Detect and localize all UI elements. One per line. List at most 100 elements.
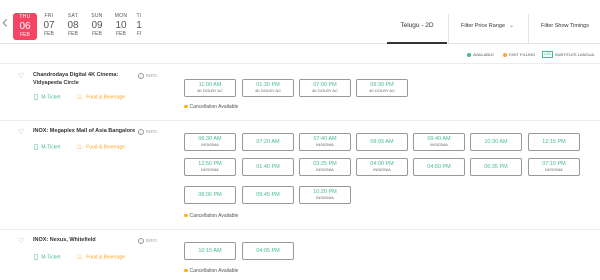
venue-name-line1: INOX: Nexus, Whitefield: [33, 237, 96, 243]
info-label: INFO: [146, 129, 157, 134]
showtime-button[interactable]: 12:50 PM INSIGNIA: [184, 158, 236, 176]
food-beverage-feature: ♨ Food & Beverage: [76, 253, 125, 261]
showtime-button[interactable]: 06:35 PM: [470, 158, 522, 176]
showtime-button[interactable]: 01:30 PM 4K DOLBY AC: [242, 79, 294, 97]
showtime-button[interactable]: 07:40 AM INSIGNIA: [299, 133, 351, 151]
info-button[interactable]: i INFO: [138, 72, 157, 79]
showtime-button[interactable]: 07:20 AM: [242, 133, 294, 151]
showtime-button[interactable]: 10:15 AM: [184, 242, 236, 260]
date-day: 10: [115, 20, 127, 31]
showtime-button[interactable]: 01:40 PM: [242, 158, 294, 176]
date-dow: TI: [136, 13, 142, 19]
showtime-button[interactable]: 09:05 AM: [356, 133, 408, 151]
legend-fast-filling: FAST FILLING: [503, 51, 535, 59]
show-format: INSIGNIA: [316, 195, 334, 200]
showtime-button[interactable]: 11:00 AM 4K DOLBY AC: [184, 79, 236, 97]
date-tab-2[interactable]: SAT 08 FEB: [61, 12, 85, 38]
venue-name-line1: INOX: Megaplex Mall of Asia Bangalore: [33, 128, 136, 134]
date-month: FEB: [116, 31, 126, 37]
subtitles-badge: LAN: [542, 51, 553, 59]
showtime-button[interactable]: 03:25 PM INSIGNIA: [299, 158, 351, 176]
cancellation-label: Cancellation Available: [189, 268, 239, 274]
heart-icon[interactable]: ♡: [18, 73, 24, 80]
show-time: 09:45 PM: [256, 192, 280, 198]
showtime-button[interactable]: 10:30 AM: [470, 133, 522, 151]
cancellation-note: Cancellation Available: [184, 268, 238, 274]
mobile-icon: ▯: [34, 92, 39, 101]
showtime-button[interactable]: 06:30 AM INSIGNIA: [184, 133, 236, 151]
showtime-button[interactable]: 04:50 PM: [413, 158, 465, 176]
showtime-button[interactable]: 10:20 PM INSIGNIA: [299, 186, 351, 204]
showtime-button[interactable]: 09:30 PM 4K DOLBY AC: [356, 79, 408, 97]
venue-name[interactable]: INOX: Megaplex Mall of Asia Bangalore: [33, 128, 135, 136]
date-tab-4[interactable]: MON 10 FEB: [109, 12, 133, 38]
date-tab-1[interactable]: FRI 07 FEB: [37, 12, 61, 38]
showtime-button[interactable]: 09:40 AM INSIGNIA: [413, 133, 465, 151]
filter-price-label: Filter Price Range: [461, 23, 506, 29]
show-format: 4K DOLBY AC: [369, 88, 395, 93]
filter-timings-label: Filter Show Timings: [541, 23, 589, 29]
show-format: 4K DOLBY AC: [197, 88, 223, 93]
showtime-button[interactable]: 04:00 PM INSIGNIA: [356, 158, 408, 176]
legend-fast-filling-label: FAST FILLING: [509, 52, 536, 57]
cancellation-label: Cancellation Available: [189, 104, 239, 110]
fnb-label: Food & Beverage: [86, 94, 126, 101]
filter-show-timings[interactable]: Filter Show Timings: [528, 14, 600, 44]
show-format: 4K DOLBY AC: [312, 88, 338, 93]
legend-subtitles: LAN SUBTITLES LANGUA: [542, 51, 594, 59]
cancellation-dot-icon: [184, 268, 188, 273]
show-format: INSIGNIA: [373, 167, 391, 172]
show-format: INSIGNIA: [430, 142, 448, 147]
show-time: 01:40 PM: [256, 164, 280, 170]
info-icon: i: [138, 72, 144, 79]
show-format: INSIGNIA: [201, 142, 219, 147]
showtime-button[interactable]: 04:05 PM: [242, 242, 294, 260]
venue-name-line1: Chandrodaya Digital 4K Cinema:: [33, 72, 119, 78]
date-tab-0[interactable]: THU 06 FEB: [13, 13, 37, 40]
date-day: 06: [19, 21, 31, 32]
date-day: 08: [67, 20, 79, 31]
food-icon: ♨: [76, 252, 84, 261]
showtime-button[interactable]: 07:10 PM INSIGNIA: [528, 158, 580, 176]
showtime-button[interactable]: 12:15 PM: [528, 133, 580, 151]
date-month: FEB: [20, 32, 30, 38]
date-tab-5[interactable]: TI 1 FI: [131, 12, 147, 38]
showtime-button[interactable]: 07:00 PM 4K DOLBY AC: [299, 79, 351, 97]
heart-icon[interactable]: ♡: [18, 238, 24, 245]
divider: [0, 229, 600, 230]
venue-name[interactable]: INOX: Nexus, Whitefield: [33, 237, 96, 245]
show-format: INSIGNIA: [545, 167, 563, 172]
mobile-icon: ▯: [34, 142, 39, 151]
venue-name-line2: Vidyapeeta Circle: [33, 79, 79, 86]
cancellation-note: Cancellation Available: [184, 104, 238, 110]
show-time: 09:05 AM: [370, 139, 394, 145]
date-month: FEB: [44, 31, 54, 37]
legend-available: AVAILABLE: [467, 51, 494, 59]
mticket-label: M-Ticket: [41, 254, 61, 261]
show-format: INSIGNIA: [316, 142, 334, 147]
date-tab-3[interactable]: SUN 09 FEB: [85, 12, 109, 38]
mticket-label: M-Ticket: [41, 144, 61, 151]
fast-filling-dot-icon: [503, 52, 507, 57]
show-format: INSIGNIA: [316, 167, 334, 172]
venue-name[interactable]: Chandrodaya Digital 4K Cinema: Vidyapeet…: [33, 72, 118, 87]
showtime-button[interactable]: 08:00 PM: [184, 186, 236, 204]
date-day: 1: [136, 20, 142, 31]
cancellation-label: Cancellation Available: [189, 213, 239, 219]
info-button[interactable]: i INFO: [138, 128, 157, 135]
info-label: INFO: [146, 238, 157, 243]
date-dow: MON: [114, 13, 128, 19]
show-time: 04:50 PM: [427, 164, 451, 170]
available-dot-icon: [467, 52, 471, 57]
tab-language[interactable]: Telugu - 2D: [387, 14, 447, 44]
chevron-left-icon[interactable]: ‹: [2, 13, 8, 31]
heart-icon[interactable]: ♡: [18, 129, 24, 136]
mobile-icon: ▯: [34, 252, 39, 261]
show-time: 06:35 PM: [484, 164, 508, 170]
date-dow: SAT: [67, 13, 79, 19]
chevron-down-icon: ⌄: [508, 23, 514, 29]
mticket-label: M-Ticket: [41, 94, 61, 101]
filter-price-range[interactable]: Filter Price Range ⌄: [448, 14, 528, 44]
showtime-button[interactable]: 09:45 PM: [242, 186, 294, 204]
info-button[interactable]: i INFO: [138, 237, 157, 244]
